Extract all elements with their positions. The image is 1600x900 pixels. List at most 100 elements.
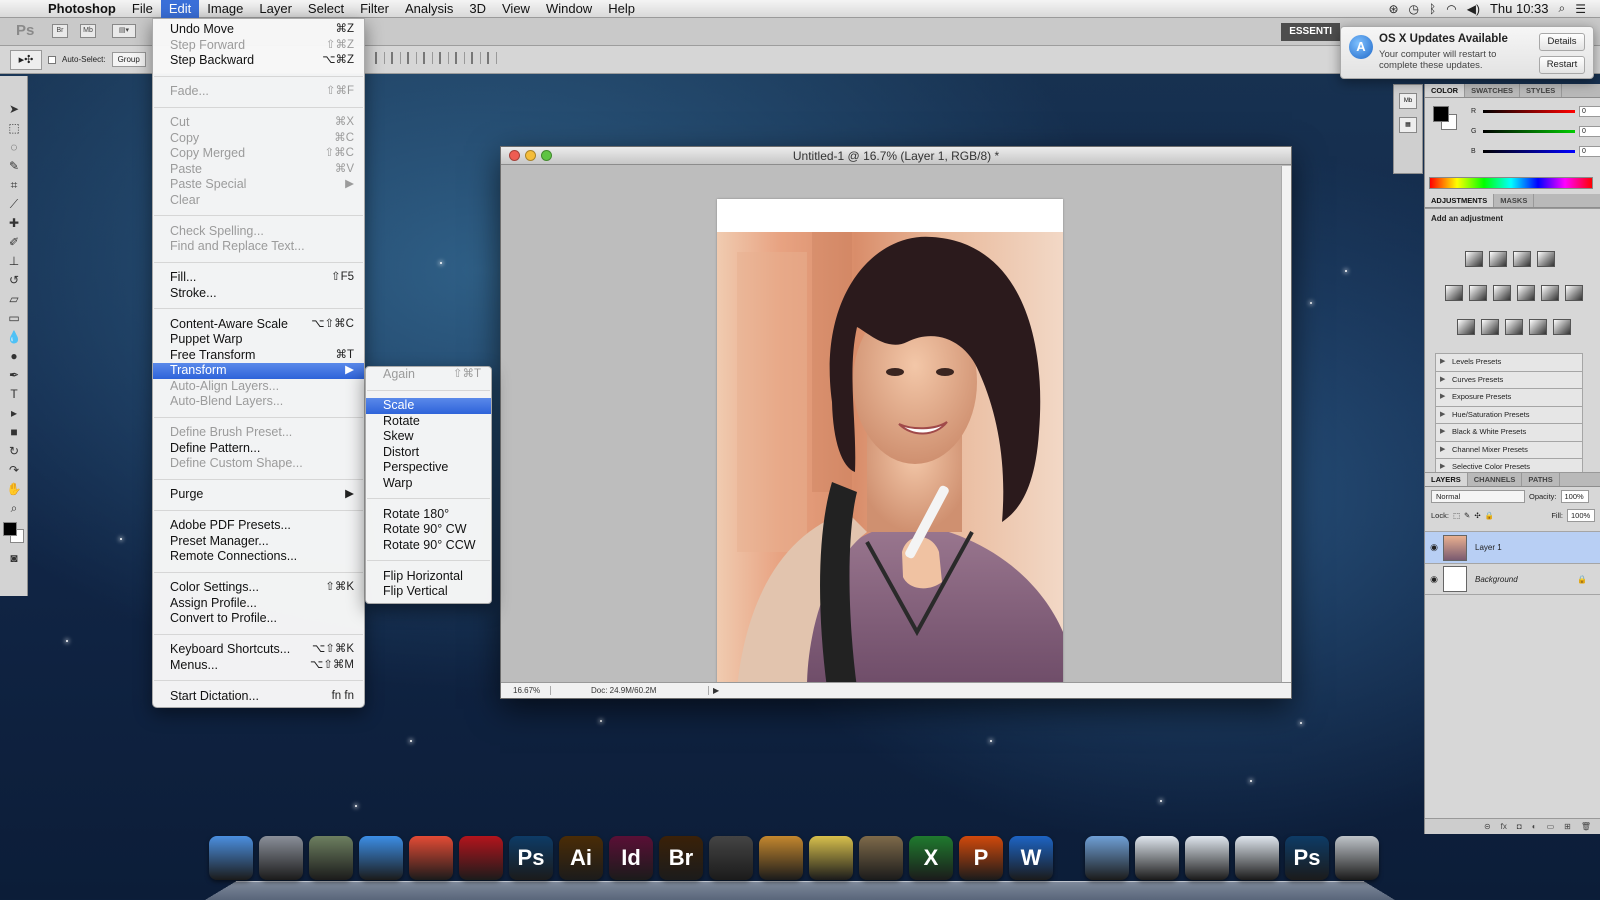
menu-window[interactable]: Window [538, 0, 600, 18]
menu-view[interactable]: View [494, 0, 538, 18]
document-titlebar[interactable]: Untitled-1 @ 16.7% (Layer 1, RGB/8) * [501, 147, 1291, 165]
menu-item-transform[interactable]: Transform ▶ [153, 363, 364, 379]
tab-layers[interactable]: LAYERS [1425, 473, 1468, 486]
menu-file[interactable]: File [124, 0, 161, 18]
final-cut-icon[interactable] [709, 836, 753, 880]
exposure-icon[interactable] [1537, 251, 1555, 267]
tab-channels[interactable]: CHANNELS [1468, 473, 1523, 486]
history-brush-tool-icon[interactable]: ↺ [5, 272, 23, 288]
transform-item-perspective[interactable]: Perspective [366, 460, 491, 476]
menu-3d[interactable]: 3D [461, 0, 494, 18]
foreground-background-swatches[interactable] [2, 522, 25, 544]
threshold-icon[interactable] [1505, 319, 1523, 335]
restart-button[interactable]: Restart [1539, 56, 1585, 74]
lasso-tool-icon[interactable]: ◌ [5, 139, 23, 155]
history-panel-icon[interactable]: ▦ [1399, 117, 1417, 133]
view-extras-button[interactable]: ▤▾ [112, 24, 136, 38]
image-capture-icon[interactable] [309, 836, 353, 880]
healing-brush-tool-icon[interactable]: ✚ [5, 215, 23, 231]
gradient-map-icon[interactable] [1529, 319, 1547, 335]
quick-mask-icon[interactable]: ◙ [5, 550, 23, 566]
layer-visibility-eye-icon[interactable]: ◉ [1425, 542, 1443, 553]
document-size-info[interactable]: Doc: 24.9M/60.2M [551, 686, 709, 695]
menu-item-preset-manager[interactable]: Preset Manager... [153, 534, 364, 550]
iphoto-icon[interactable] [859, 836, 903, 880]
path-selection-tool-icon[interactable]: ▸ [5, 405, 23, 421]
document-canvas[interactable] [717, 199, 1063, 688]
dodge-tool-icon[interactable]: ● [5, 348, 23, 364]
menu-image[interactable]: Image [199, 0, 251, 18]
posterize-icon[interactable] [1481, 319, 1499, 335]
preset-black-white-presets[interactable]: Black & White Presets [1435, 423, 1583, 441]
volume-icon[interactable]: ◀) [1467, 2, 1480, 16]
tab-masks[interactable]: MASKS [1494, 194, 1535, 207]
word-icon[interactable]: W [1009, 836, 1053, 880]
auto-select-checkbox[interactable] [48, 55, 56, 64]
red-slider[interactable] [1483, 110, 1575, 113]
menu-analysis[interactable]: Analysis [397, 0, 461, 18]
zoom-tool-icon[interactable]: ⌕ [5, 500, 23, 516]
applications-folder-icon[interactable] [1085, 836, 1129, 880]
color-fg-swatch[interactable] [1433, 106, 1449, 122]
photo-booth-icon[interactable] [459, 836, 503, 880]
marquee-tool-icon[interactable]: ⬚ [5, 120, 23, 136]
blue-slider[interactable] [1483, 150, 1575, 153]
indesign-icon[interactable]: Id [609, 836, 653, 880]
gradient-tool-icon[interactable]: ▭ [5, 310, 23, 326]
layer-row-layer-1[interactable]: ◉ Layer 1 [1425, 531, 1600, 563]
menu-item-purge[interactable]: Purge ▶ [153, 487, 364, 503]
layer-style-icon[interactable]: fx [1501, 822, 1507, 831]
3d-orbit-tool-icon[interactable]: ↷ [5, 462, 23, 478]
finder-icon[interactable] [209, 836, 253, 880]
launch-mini-bridge-button[interactable]: Mb [80, 24, 96, 38]
eyedropper-tool-icon[interactable]: ⟋ [5, 196, 23, 212]
transform-item-rotate[interactable]: Rotate [366, 414, 491, 430]
align-top-icon[interactable] [375, 52, 385, 64]
preset-hue-saturation-presets[interactable]: Hue/Saturation Presets [1435, 405, 1583, 423]
selective-color-icon[interactable] [1553, 319, 1571, 335]
stack-icon-1[interactable] [1135, 836, 1179, 880]
new-group-icon[interactable]: ▭ [1547, 822, 1555, 831]
mini-bridge-panel-icon[interactable]: Mb [1399, 93, 1417, 109]
3d-rotate-tool-icon[interactable]: ↻ [5, 443, 23, 459]
preset-levels-presets[interactable]: Levels Presets [1435, 353, 1583, 371]
trash-icon[interactable] [1335, 836, 1379, 880]
red-value-input[interactable]: 0 [1579, 106, 1600, 117]
photoshop-icon[interactable]: Ps [509, 836, 553, 880]
zoom-level-field[interactable]: 16.67% [501, 686, 551, 695]
transform-item-scale[interactable]: Scale [366, 398, 491, 414]
color-balance-icon[interactable] [1493, 285, 1511, 301]
menu-item-define-pattern[interactable]: Define Pattern... [153, 441, 364, 457]
menu-item-puppet-warp[interactable]: Puppet Warp [153, 332, 364, 348]
new-layer-icon[interactable]: ⊞ [1564, 822, 1571, 831]
shape-tool-icon[interactable]: ■ [5, 424, 23, 440]
transform-item-distort[interactable]: Distort [366, 445, 491, 461]
hue-saturation-icon[interactable] [1469, 285, 1487, 301]
lock-transparency-icon[interactable]: ⬚ [1453, 511, 1460, 520]
fill-input[interactable]: 100% [1567, 509, 1595, 522]
menu-item-step-backward[interactable]: Step Backward ⌥⌘Z [153, 53, 364, 69]
bridge-icon[interactable]: Br [659, 836, 703, 880]
clone-stamp-tool-icon[interactable]: ⊥ [5, 253, 23, 269]
invert-icon[interactable] [1457, 319, 1475, 335]
excel-icon[interactable]: X [909, 836, 953, 880]
vibrance-icon[interactable] [1445, 285, 1463, 301]
tab-swatches[interactable]: SWATCHES [1465, 84, 1521, 97]
zoom-window-icon[interactable] [541, 150, 552, 161]
menu-item-fill[interactable]: Fill... ⇧F5 [153, 270, 364, 286]
align-vcenter-icon[interactable] [391, 52, 401, 64]
foreground-color-swatch[interactable] [2, 522, 17, 536]
eraser-tool-icon[interactable]: ▱ [5, 291, 23, 307]
new-adjustment-layer-icon[interactable]: ◐ [1532, 822, 1537, 831]
garageband-icon[interactable] [759, 836, 803, 880]
blur-tool-icon[interactable]: 💧 [5, 329, 23, 345]
transform-item-flip-vertical[interactable]: Flip Vertical [366, 584, 491, 600]
menu-item-start-dictation[interactable]: Start Dictation... fn fn [153, 689, 364, 705]
brush-tool-icon[interactable]: ✐ [5, 234, 23, 250]
quick-select-tool-icon[interactable]: ✎ [5, 158, 23, 174]
move-tool-preset-picker[interactable]: ▸✣ [10, 49, 42, 70]
wifi-icon[interactable]: ◠ [1446, 2, 1456, 16]
curves-icon[interactable] [1513, 251, 1531, 267]
transform-item-flip-horizontal[interactable]: Flip Horizontal [366, 569, 491, 585]
photo-filter-icon[interactable] [1541, 285, 1559, 301]
